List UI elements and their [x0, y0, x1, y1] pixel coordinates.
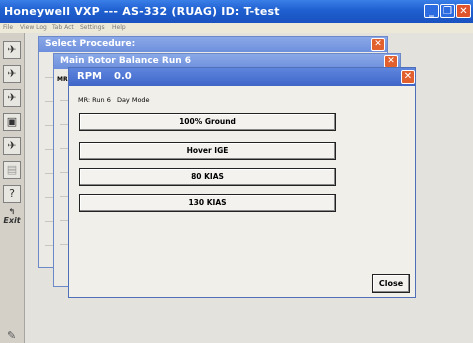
option-130-kias-button[interactable]: 130 KIAS [79, 194, 336, 212]
rpm-titlebar[interactable]: RPM 0.0 ✕ [69, 68, 415, 86]
mode-day: Day Mode [116, 96, 150, 104]
document-icon[interactable]: ▤ [3, 161, 21, 179]
menu-item-file[interactable]: File [3, 24, 13, 31]
exit-icon: ↰ [8, 207, 16, 216]
pen-icon: ✎ [7, 329, 17, 342]
helicopter-track-icon[interactable]: ✈ [3, 89, 21, 107]
maximize-button[interactable]: ❐ [440, 4, 455, 18]
option-80-kias-button[interactable]: 80 KIAS [79, 168, 336, 186]
application-window: Honeywell VXP --- AS-332 (RUAG) ID: T-te… [0, 0, 473, 343]
menu-item-view-log[interactable]: View Log [20, 24, 47, 31]
rpm-label: RPM [77, 71, 102, 82]
option-hover-ige-button[interactable]: Hover IGE [79, 142, 336, 160]
select-procedure-titlebar[interactable]: Select Procedure: ✕ [39, 37, 387, 52]
window-title: Honeywell VXP --- AS-332 (RUAG) ID: T-te… [4, 5, 280, 18]
minimize-button[interactable]: _ [424, 4, 439, 18]
menu-item-tab-act[interactable]: Tab Act [52, 24, 74, 31]
select-procedure-title: Select Procedure: [45, 39, 136, 49]
left-toolbar: ✈ ✈ ✈ ▣ ✈ ▤ ? ↰ Exit [0, 33, 25, 343]
rpm-close-x-button[interactable]: ✕ [401, 70, 415, 84]
help-icon[interactable]: ? [3, 185, 21, 203]
main-titlebar[interactable]: Honeywell VXP --- AS-332 (RUAG) ID: T-te… [0, 0, 473, 23]
instrument-panel-icon[interactable]: ▣ [3, 113, 21, 131]
exit-label: Exit [3, 216, 21, 225]
menubar: File View Log Tab Act Settings Help [0, 23, 473, 33]
helicopter-balance-icon[interactable]: ✈ [3, 65, 21, 83]
exit-button[interactable]: ↰ Exit [3, 207, 21, 225]
rpm-dialog: RPM 0.0 ✕ MR: Run 6 Day Mode 100% Ground… [68, 67, 416, 298]
close-button[interactable]: ✕ [456, 4, 471, 18]
mode-line: MR: Run 6 Day Mode [78, 96, 150, 104]
menu-item-help[interactable]: Help [112, 24, 126, 31]
main-rotor-row-label: MR [57, 76, 68, 83]
option-100-ground-button[interactable]: 100% Ground [79, 113, 336, 131]
helicopter-icon[interactable]: ✈ [3, 41, 21, 59]
main-rotor-title: Main Rotor Balance Run 6 [60, 56, 192, 66]
rpm-value: 0.0 [114, 71, 132, 82]
helicopter-diagnostics-icon[interactable]: ✈ [3, 137, 21, 155]
mode-run: MR: Run 6 [78, 96, 111, 104]
menu-item-settings[interactable]: Settings [80, 24, 105, 31]
close-button[interactable]: Close [372, 274, 410, 293]
select-procedure-close-button[interactable]: ✕ [371, 38, 385, 51]
